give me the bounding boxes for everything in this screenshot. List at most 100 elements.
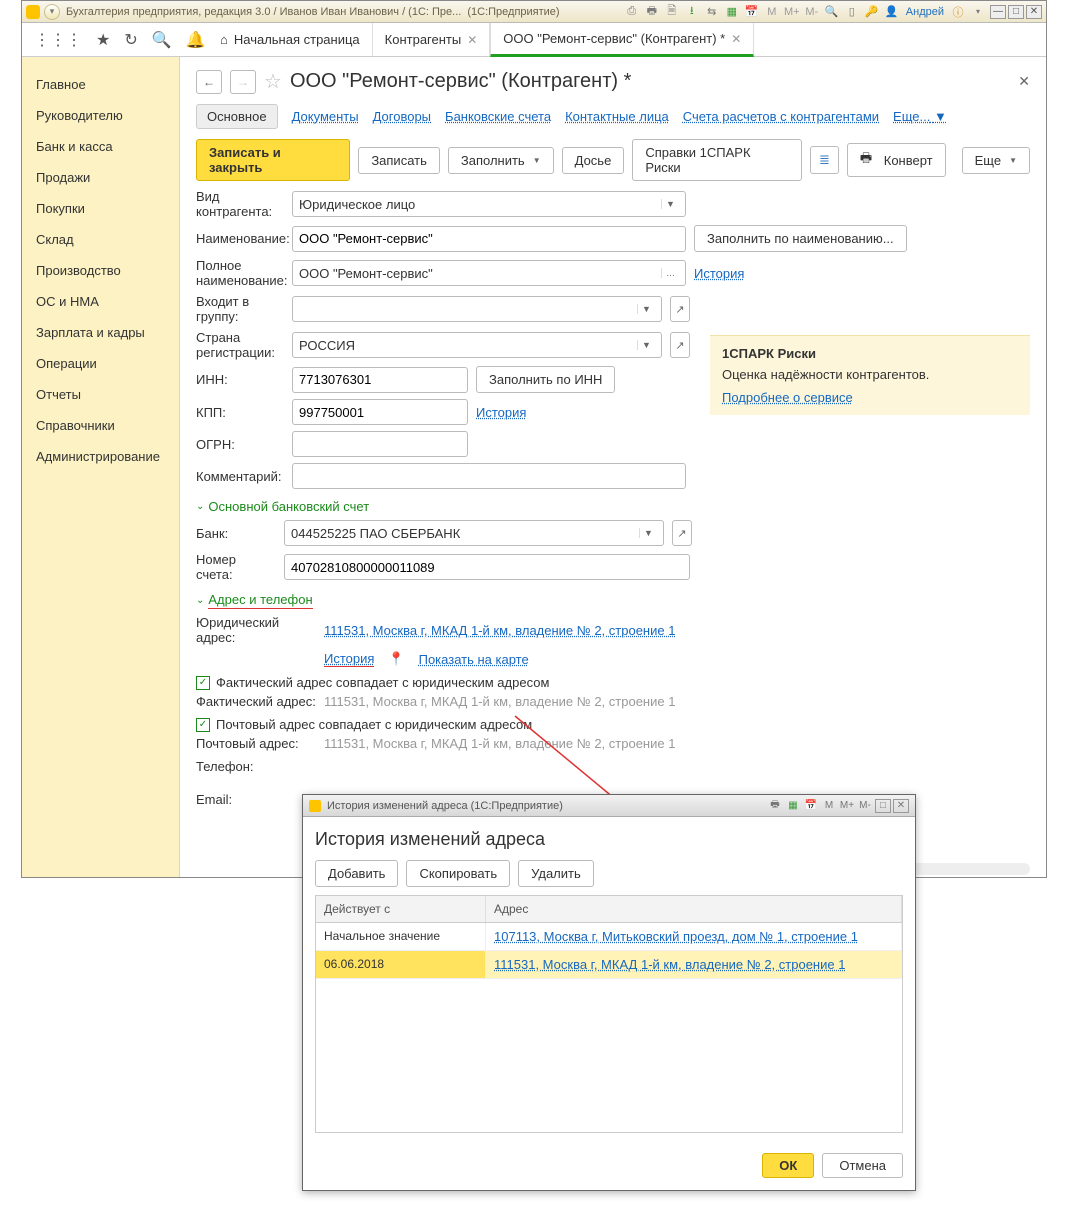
ogrn-input[interactable]	[292, 431, 468, 457]
subtab-accounts[interactable]: Счета расчетов с контрагентами	[683, 109, 879, 124]
subtab-bank[interactable]: Банковские счета	[445, 109, 551, 124]
save-button[interactable]: Записать	[358, 147, 440, 174]
subtab-more[interactable]: Еще... ▼	[893, 109, 947, 124]
fact-same-checkbox[interactable]: ✓ Фактический адрес совпадает с юридичес…	[196, 675, 1030, 690]
cancel-button[interactable]: Отмена	[822, 1153, 903, 1178]
maximize-button[interactable]: □	[1008, 5, 1024, 19]
sidebar-item[interactable]: Покупки	[22, 193, 179, 224]
subtab-docs[interactable]: Документы	[292, 109, 359, 124]
print-icon[interactable]: ⎙	[624, 4, 640, 20]
info-drop-icon[interactable]: ▾	[970, 4, 986, 20]
history-link[interactable]: История	[694, 266, 744, 281]
bank-select[interactable]: 044525225 ПАО СБЕРБАНК ▼	[284, 520, 664, 546]
minimize-button[interactable]: —	[990, 5, 1006, 19]
comment-input[interactable]	[292, 463, 686, 489]
list-icon-button[interactable]: ≣	[810, 146, 839, 174]
apps-icon[interactable]: ⋮⋮⋮	[34, 30, 82, 50]
fullname-input[interactable]: ООО "Ремонт-сервис" …	[292, 260, 686, 286]
spark-button[interactable]: Справки 1СПАРК Риски	[632, 139, 802, 181]
mplus-icon[interactable]: M+	[784, 4, 800, 20]
sidebar-item[interactable]: Операции	[22, 348, 179, 379]
calendar-icon[interactable]: 📅	[744, 4, 760, 20]
grid-row[interactable]: Начальное значение 107113, Москва г, Мит…	[316, 923, 902, 951]
tab-contragents[interactable]: Контрагенты ✕	[372, 23, 491, 56]
acc-input[interactable]	[284, 554, 690, 580]
mplus-icon[interactable]: M+	[839, 799, 855, 813]
nav-back-button[interactable]: ←	[196, 70, 222, 94]
bell-icon[interactable]: 🔔	[186, 30, 206, 50]
close-window-button[interactable]: ✕	[1026, 5, 1042, 19]
subtab-contracts[interactable]: Договоры	[373, 109, 431, 124]
type-select[interactable]: Юридическое лицо ▼	[292, 191, 686, 217]
post-same-checkbox[interactable]: ✓ Почтовый адрес совпадает с юридическим…	[196, 717, 1030, 732]
tab-close-icon[interactable]: ✕	[731, 32, 741, 46]
sidebar-item[interactable]: Главное	[22, 69, 179, 100]
sidebar-item[interactable]: Зарплата и кадры	[22, 317, 179, 348]
legal-addr-link[interactable]: 111531, Москва г, МКАД 1-й км, владение …	[324, 623, 675, 638]
tab-contragent-form[interactable]: ООО "Ремонт-сервис" (Контрагент) * ✕	[490, 23, 754, 57]
dialog-close-button[interactable]: ✕	[893, 799, 909, 813]
nav-fwd-button[interactable]: →	[230, 70, 256, 94]
print-icon[interactable]: 🖶	[767, 799, 783, 813]
mminus-icon[interactable]: M-	[804, 4, 820, 20]
cell-addr-link[interactable]: 111531, Москва г, МКАД 1-й км, владение …	[494, 957, 845, 972]
more-button[interactable]: Еще▼	[962, 147, 1030, 174]
add-button[interactable]: Добавить	[315, 860, 398, 887]
country-select[interactable]: РОССИЯ ▼	[292, 332, 662, 358]
sidebar-item[interactable]: ОС и НМА	[22, 286, 179, 317]
addr-section-header[interactable]: ⌄Адрес и телефон	[196, 592, 1030, 609]
sidebar-item[interactable]: Склад	[22, 224, 179, 255]
delete-button[interactable]: Удалить	[518, 860, 594, 887]
m-icon[interactable]: M	[821, 799, 837, 813]
kpp-input[interactable]	[292, 399, 468, 425]
cell-addr-link[interactable]: 107113, Москва г, Митьковский проезд, до…	[494, 929, 858, 944]
sidebar-item[interactable]: Продажи	[22, 162, 179, 193]
star-icon[interactable]: ☆	[264, 69, 282, 94]
printer-icon[interactable]: 🖶	[644, 4, 660, 20]
dossier-button[interactable]: Досье	[562, 147, 625, 174]
zoom-icon[interactable]: 🔍	[824, 4, 840, 20]
grid-row-selected[interactable]: 06.06.2018 111531, Москва г, МКАД 1-й км…	[316, 951, 902, 979]
sidebar-item[interactable]: Руководителю	[22, 100, 179, 131]
m-icon[interactable]: M	[764, 4, 780, 20]
key-icon[interactable]: 🔑	[864, 4, 880, 20]
sidebar-item[interactable]: Отчеты	[22, 379, 179, 410]
history-icon[interactable]: ↻	[124, 30, 137, 50]
fill-inn-button[interactable]: Заполнить по ИНН	[476, 366, 615, 393]
inn-input[interactable]	[292, 367, 468, 393]
info-icon[interactable]: ⓘ	[950, 4, 966, 20]
sidebar-item[interactable]: Производство	[22, 255, 179, 286]
show-map-link[interactable]: Показать на карте	[419, 652, 529, 667]
calc-icon[interactable]: ▦	[785, 799, 801, 813]
user-name[interactable]: Андрей	[906, 6, 944, 18]
subtab-contacts[interactable]: Контактные лица	[565, 109, 669, 124]
favorite-icon[interactable]: ★	[96, 30, 110, 50]
tab-home[interactable]: ⌂ Начальная страница	[208, 23, 372, 56]
fill-by-name-button[interactable]: Заполнить по наименованию...	[694, 225, 907, 252]
dialog-maximize-button[interactable]: □	[875, 799, 891, 813]
ellipsis-icon[interactable]: …	[661, 268, 679, 278]
envelope-button[interactable]: 🖶 Конверт	[847, 143, 946, 177]
calc-icon[interactable]: ▦	[724, 4, 740, 20]
copy-button[interactable]: Скопировать	[406, 860, 510, 887]
name-input[interactable]	[292, 226, 686, 252]
sidebar-item[interactable]: Администрирование	[22, 441, 179, 472]
panel-icon[interactable]: ▯	[844, 4, 860, 20]
form-close-icon[interactable]: ✕	[1018, 73, 1030, 90]
sidebar-item[interactable]: Справочники	[22, 410, 179, 441]
fill-button[interactable]: Заполнить▼	[448, 147, 554, 174]
mminus-icon[interactable]: M-	[857, 799, 873, 813]
doc-icon[interactable]: 🗎	[664, 4, 680, 20]
tab-close-icon[interactable]: ✕	[467, 33, 477, 47]
group-select[interactable]: ▼	[292, 296, 662, 322]
open-ext-icon[interactable]: ↗	[670, 332, 690, 358]
save-icon[interactable]: ⭳	[684, 4, 700, 20]
subtab-main[interactable]: Основное	[196, 104, 278, 129]
history-grid[interactable]: Действует с Адрес Начальное значение 107…	[315, 895, 903, 1133]
ok-button[interactable]: ОК	[762, 1153, 814, 1178]
open-ext-icon[interactable]: ↗	[670, 296, 690, 322]
titlebar-drop-icon[interactable]: ▾	[44, 4, 60, 20]
bank-section-header[interactable]: ⌄Основной банковский счет	[196, 499, 1030, 514]
search-icon[interactable]: 🔍	[152, 30, 172, 50]
addr-history-link[interactable]: История	[324, 651, 374, 667]
